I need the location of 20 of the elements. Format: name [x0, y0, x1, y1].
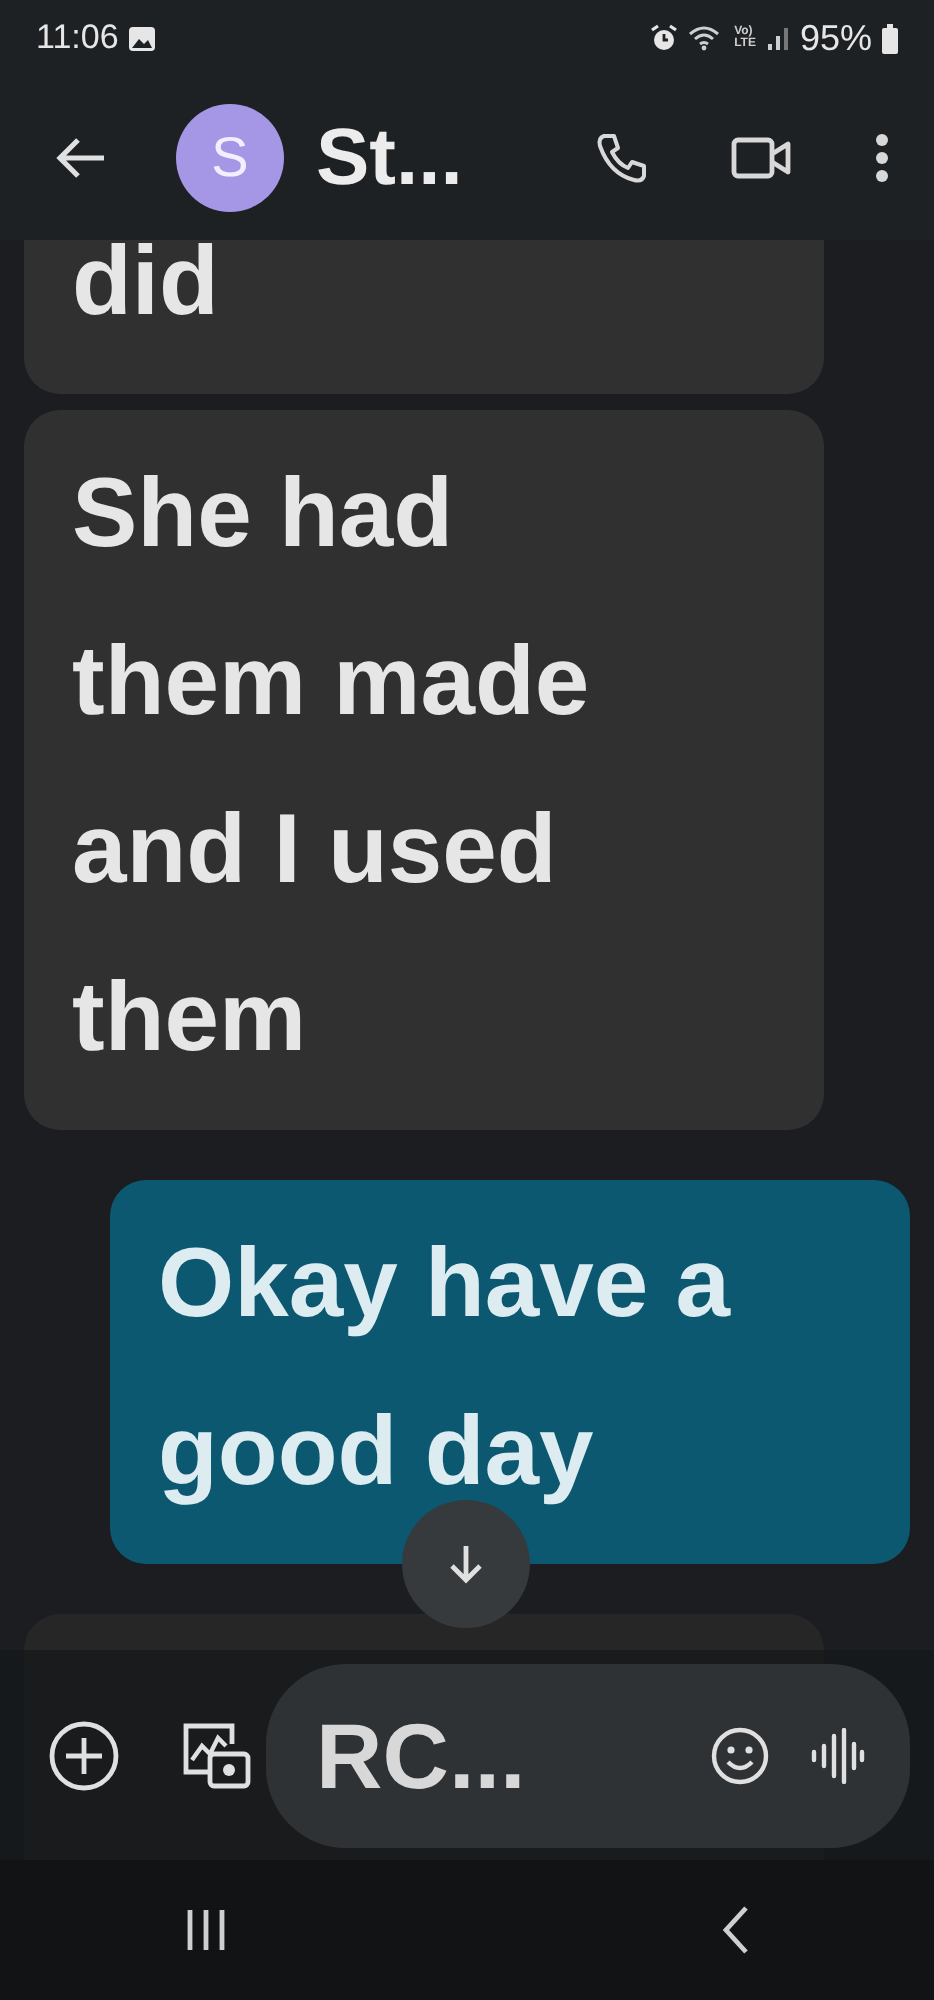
message-text: Okay have a good day: [158, 1230, 731, 1506]
add-icon[interactable]: [48, 1719, 120, 1791]
recent-apps-icon[interactable]: [184, 1908, 228, 1952]
video-camera-icon[interactable]: [730, 136, 794, 180]
battery-icon: [882, 23, 898, 53]
phone-icon[interactable]: [594, 130, 650, 186]
voice-waveform-icon[interactable]: [810, 1727, 866, 1783]
message-text: did: [72, 240, 219, 336]
back-nav-icon[interactable]: [722, 1904, 750, 1956]
more-options-icon[interactable]: [874, 132, 890, 184]
message-input-field[interactable]: RC...: [266, 1663, 910, 1847]
gallery-camera-icon[interactable]: [180, 1719, 252, 1791]
image-icon: [128, 25, 157, 51]
signal-icon: [765, 26, 790, 50]
message-text: She had them made and I used them: [72, 460, 590, 1072]
alarm-icon: [650, 24, 679, 52]
status-time: 11:06: [36, 18, 119, 58]
emoji-icon[interactable]: [710, 1725, 770, 1785]
battery-percent: 95%: [799, 17, 872, 59]
contact-name[interactable]: St...: [316, 113, 463, 203]
